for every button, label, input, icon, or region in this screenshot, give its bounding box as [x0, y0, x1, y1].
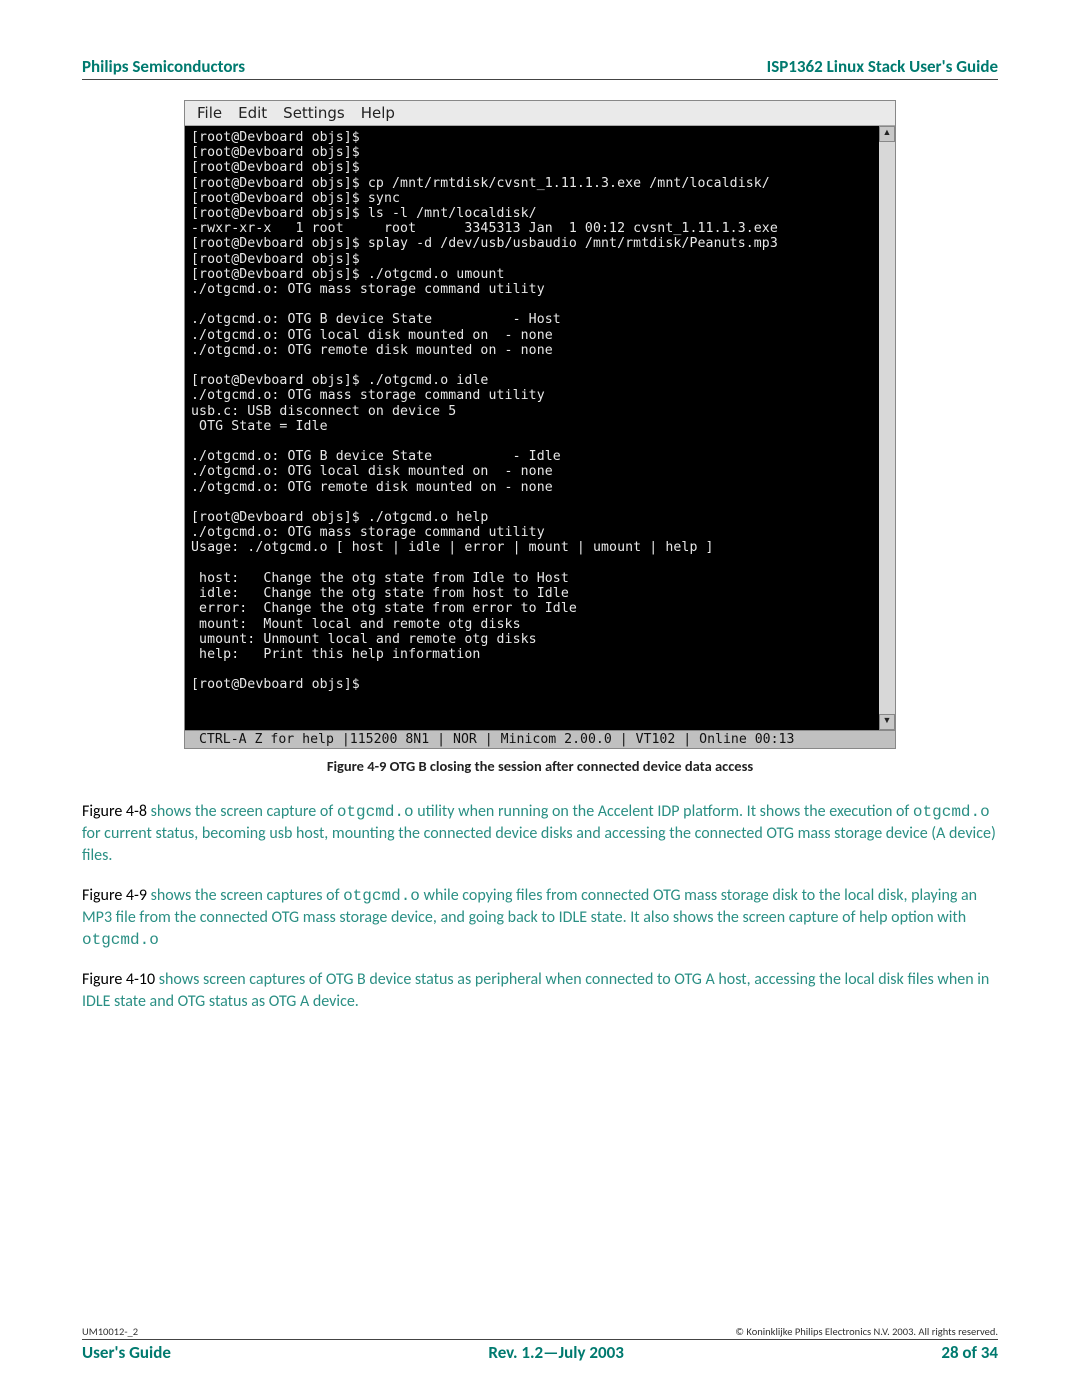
terminal-body-wrap: [root@Devboard objs]$ [root@Devboard obj… [185, 126, 895, 730]
code: otgcmd.o [337, 803, 414, 821]
doc-id: UM10012-_2 [82, 1325, 138, 1338]
page-footer: User's Guide Rev. 1.2—July 2003 28 of 34 [82, 1342, 998, 1363]
scroll-down-icon[interactable]: ▼ [879, 714, 895, 730]
paragraph-1: Figure 4-8 shows the screen capture of o… [82, 801, 998, 867]
menu-file[interactable]: File [197, 104, 222, 122]
paragraph-3: Figure 4-10 shows screen captures of OTG… [82, 969, 998, 1013]
paragraph-2: Figure 4-9 shows the screen captures of … [82, 885, 998, 951]
copyright: © Koninklijke Philips Electronics N.V. 2… [735, 1325, 998, 1338]
text: shows screen captures of OTG B device st… [82, 970, 989, 1011]
figure-caption: Figure 4-9 OTG B closing the session aft… [82, 757, 998, 775]
page-header: Philips Semiconductors ISP1362 Linux Sta… [82, 56, 998, 80]
figure-ref: Figure 4-10 [82, 970, 159, 989]
menu-bar: File Edit Settings Help [185, 101, 895, 126]
figure-ref: Figure 4-9 [82, 886, 151, 905]
text: shows the screen capture of [151, 802, 337, 821]
terminal-output: [root@Devboard objs]$ [root@Devboard obj… [185, 126, 879, 730]
terminal-status-bar: CTRL-A Z for help |115200 8N1 | NOR | Mi… [185, 730, 895, 748]
text: for current status, becoming usb host, m… [82, 824, 996, 865]
text: utility when running on the Accelent IDP… [414, 802, 913, 821]
footer-left: User's Guide [82, 1342, 171, 1363]
scrollbar[interactable]: ▲ ▼ [879, 126, 895, 730]
footer-block: UM10012-_2 © Koninklijke Philips Electro… [82, 1325, 998, 1363]
footnote-row: UM10012-_2 © Koninklijke Philips Electro… [82, 1325, 998, 1340]
menu-help[interactable]: Help [361, 104, 395, 122]
terminal-window: File Edit Settings Help [root@Devboard o… [184, 100, 896, 749]
footer-right: 28 of 34 [941, 1342, 998, 1363]
footer-center: Rev. 1.2—July 2003 [488, 1342, 623, 1363]
scroll-up-icon[interactable]: ▲ [879, 126, 895, 142]
code: otgcmd.o [82, 931, 159, 949]
page: Philips Semiconductors ISP1362 Linux Sta… [0, 0, 1080, 1397]
code: otgcmd.o [913, 803, 990, 821]
header-left: Philips Semiconductors [82, 56, 245, 77]
menu-settings[interactable]: Settings [283, 104, 345, 122]
code: otgcmd.o [343, 887, 420, 905]
menu-edit[interactable]: Edit [238, 104, 267, 122]
header-right: ISP1362 Linux Stack User's Guide [767, 56, 998, 77]
figure-ref: Figure 4-8 [82, 802, 151, 821]
text: shows the screen captures of [151, 886, 343, 905]
